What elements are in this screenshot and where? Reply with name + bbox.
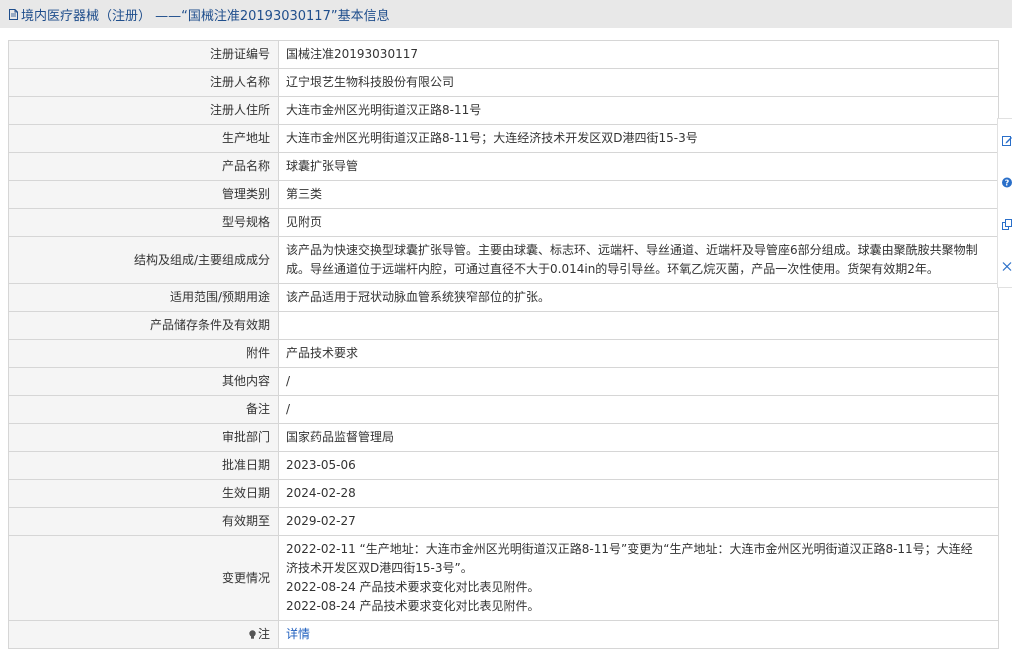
field-value: 球囊扩张导管: [278, 152, 999, 181]
field-label: 结构及组成/主要组成成分: [8, 236, 279, 284]
field-value-line: 成。导丝通道位于远端杆内腔，可通过直径不大于0.014in的导引导丝。环氧乙烷灭…: [286, 262, 939, 276]
field-value: /: [278, 395, 999, 424]
field-value: 辽宁垠艺生物科技股份有限公司: [278, 68, 999, 97]
field-label: 有效期至: [8, 507, 279, 536]
field-value: 该产品适用于冠状动脉血管系统狭窄部位的扩张。: [278, 283, 999, 312]
info-table: 注册证编号 国械注准20193030117 注册人名称 辽宁垠艺生物科技股份有限公司注…: [8, 40, 999, 649]
field-value: 国械注准20193030117: [278, 40, 999, 69]
table-row: 审批部门 国家药品监督管理局: [8, 423, 999, 452]
field-value-line: 国械注准20193030117: [286, 47, 418, 61]
table-row: 附件 产品技术要求: [8, 339, 999, 368]
field-value: 见附页: [278, 208, 999, 237]
field-label: 附件: [8, 339, 279, 368]
lightbulb-icon: [249, 630, 256, 639]
table-row: 注册证编号 国械注准20193030117: [8, 40, 999, 69]
field-value: 大连市金州区光明街道汉正路8-11号: [278, 96, 999, 125]
side-toolbar: ?: [997, 118, 1012, 288]
table-row: 变更情况 2022-02-11 “生产地址：大连市金州区光明街道汉正路8-11号”…: [8, 535, 999, 621]
field-label: 备注: [8, 395, 279, 424]
help-button[interactable]: ?: [998, 161, 1012, 203]
field-label: 注册人名称: [8, 68, 279, 97]
table-row: 型号规格 见附页: [8, 208, 999, 237]
field-value-line: 第三类: [286, 187, 323, 201]
field-label: 注册证编号: [8, 40, 279, 69]
field-label: 审批部门: [8, 423, 279, 452]
field-label: 型号规格: [8, 208, 279, 237]
note-label-cell: 注: [8, 620, 279, 649]
field-label: 产品储存条件及有效期: [8, 311, 279, 340]
field-value-line: 该产品适用于冠状动脉血管系统狭窄部位的扩张。: [286, 290, 551, 304]
field-value-line: 辽宁垠艺生物科技股份有限公司: [286, 75, 455, 89]
field-value-line: 见附页: [286, 215, 323, 229]
field-label: 生效日期: [8, 479, 279, 508]
field-value: 2024-02-28: [278, 479, 999, 508]
field-value-line: 2029-02-27: [286, 514, 356, 528]
field-value-line: 2022-08-24 产品技术要求变化对比表见附件。: [286, 580, 540, 594]
document-icon: [9, 8, 18, 20]
detail-link[interactable]: 详情: [286, 627, 310, 641]
table-row: 注册人住所 大连市金州区光明街道汉正路8-11号: [8, 96, 999, 125]
field-label: 其他内容: [8, 367, 279, 396]
help-icon: ?: [1002, 177, 1012, 187]
field-value-line: 2024-02-28: [286, 486, 356, 500]
field-label: 适用范围/预期用途: [8, 283, 279, 312]
table-row: 备注 /: [8, 395, 999, 424]
field-value: [278, 311, 999, 340]
field-label: 生产地址: [8, 124, 279, 153]
field-label: 注册人住所: [8, 96, 279, 125]
page-header: 境内医疗器械（注册） ——“国械注准20193030117”基本信息: [0, 0, 1012, 28]
table-row: 其他内容 /: [8, 367, 999, 396]
field-value-line: /: [286, 402, 291, 416]
table-row: 管理类别 第三类: [8, 180, 999, 209]
table-row: 生产地址 大连市金州区光明街道汉正路8-11号；大连经济技术开发区双D港四街15-…: [8, 124, 999, 153]
field-label: 变更情况: [8, 535, 279, 621]
note-label: 注: [257, 627, 270, 641]
field-value: 2022-02-11 “生产地址：大连市金州区光明街道汉正路8-11号”变更为“…: [278, 535, 999, 621]
field-value-line: 大连市金州区光明街道汉正路8-11号: [286, 103, 482, 117]
table-row-note: 注 详情: [8, 620, 999, 649]
field-value-line: 球囊扩张导管: [286, 159, 359, 173]
table-row: 结构及组成/主要组成成分 该产品为快速交换型球囊扩张导管。主要由球囊、标志环、远端…: [8, 236, 999, 284]
field-value-line: 济技术开发区双D港四街15-3号”。: [286, 561, 473, 575]
table-row: 产品储存条件及有效期: [8, 311, 999, 340]
table-row: 注册人名称 辽宁垠艺生物科技股份有限公司: [8, 68, 999, 97]
field-value-line: 2022-08-24 产品技术要求变化对比表见附件。: [286, 599, 540, 613]
field-value: 国家药品监督管理局: [278, 423, 999, 452]
field-value: 2029-02-27: [278, 507, 999, 536]
field-label: 批准日期: [8, 451, 279, 480]
field-value-line: 该产品为快速交换型球囊扩张导管。主要由球囊、标志环、远端杆、导丝通道、近端杆及导…: [286, 243, 978, 257]
field-value-line: 2022-02-11 “生产地址：大连市金州区光明街道汉正路8-11号”变更为“…: [286, 542, 973, 556]
field-value-line: 大连市金州区光明街道汉正路8-11号；大连经济技术开发区双D港四街15-3号: [286, 131, 698, 145]
copy-icon: [1002, 218, 1012, 230]
edit-button[interactable]: [998, 119, 1012, 161]
table-row: 批准日期 2023-05-06: [8, 451, 999, 480]
table-row: 有效期至 2029-02-27: [8, 507, 999, 536]
edit-icon: [1002, 135, 1012, 146]
field-value: 大连市金州区光明街道汉正路8-11号；大连经济技术开发区双D港四街15-3号: [278, 124, 999, 153]
field-value-line: 国家药品监督管理局: [286, 430, 395, 444]
field-value: 产品技术要求: [278, 339, 999, 368]
table-row: 生效日期 2024-02-28: [8, 479, 999, 508]
table-row: 适用范围/预期用途 该产品适用于冠状动脉血管系统狭窄部位的扩张。: [8, 283, 999, 312]
svg-text:?: ?: [1005, 178, 1010, 187]
table-row: 产品名称 球囊扩张导管: [8, 152, 999, 181]
close-icon: [1002, 261, 1012, 271]
copy-button[interactable]: [998, 203, 1012, 245]
field-value: 2023-05-06: [278, 451, 999, 480]
close-button[interactable]: [998, 245, 1012, 287]
note-value: 详情: [278, 620, 999, 649]
field-value: 该产品为快速交换型球囊扩张导管。主要由球囊、标志环、远端杆、导丝通道、近端杆及导…: [278, 236, 999, 284]
field-label: 产品名称: [8, 152, 279, 181]
field-value-line: 产品技术要求: [286, 346, 359, 360]
field-value-line: 2023-05-06: [286, 458, 356, 472]
page-title: 境内医疗器械（注册） ——“国械注准20193030117”基本信息: [21, 8, 390, 24]
info-table-body: 注册证编号 国械注准20193030117 注册人名称 辽宁垠艺生物科技股份有限公司注…: [8, 40, 999, 649]
field-label: 管理类别: [8, 180, 279, 209]
field-value: /: [278, 367, 999, 396]
field-value: 第三类: [278, 180, 999, 209]
info-table-container: 注册证编号 国械注准20193030117 注册人名称 辽宁垠艺生物科技股份有限公司注…: [8, 40, 999, 649]
field-value-line: /: [286, 374, 291, 388]
